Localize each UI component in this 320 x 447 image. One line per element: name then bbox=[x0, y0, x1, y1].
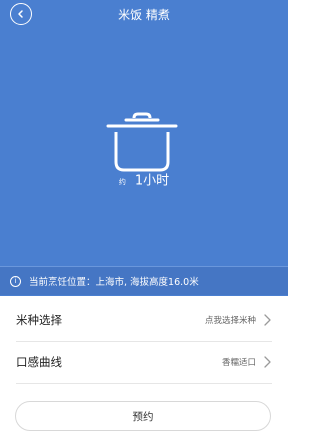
rice-type-value: 点我选择米种 bbox=[204, 316, 256, 326]
texture-curve-row[interactable]: 口感曲线 香糯适口 bbox=[0, 342, 288, 382]
cook-time: 约 1小时 bbox=[0, 172, 288, 191]
hero-panel: 米饭 精煮 约 1小时 i 当前烹饪位置：上海市, 海拔高度16.0米 bbox=[0, 0, 288, 296]
row-divider bbox=[16, 383, 272, 384]
page-title: 米饭 精煮 bbox=[118, 8, 170, 22]
rice-cooker-pot-icon bbox=[106, 112, 178, 172]
texture-curve-value: 香糯适口 bbox=[221, 358, 256, 368]
chevron-right-icon bbox=[264, 314, 271, 326]
rice-type-label: 米种选择 bbox=[16, 313, 62, 327]
cook-time-prefix: 约 bbox=[118, 177, 126, 186]
rice-type-row[interactable]: 米种选择 点我选择米种 bbox=[0, 300, 288, 340]
texture-curve-label: 口感曲线 bbox=[16, 355, 62, 369]
chevron-right-icon bbox=[264, 356, 271, 368]
location-text: 当前烹饪位置：上海市, 海拔高度16.0米 bbox=[29, 277, 199, 288]
info-icon: i bbox=[10, 275, 21, 287]
location-bar: i 当前烹饪位置：上海市, 海拔高度16.0米 bbox=[0, 266, 288, 295]
reserve-button[interactable]: 预约 bbox=[15, 401, 271, 431]
cook-time-value: 1小时 bbox=[134, 173, 170, 189]
